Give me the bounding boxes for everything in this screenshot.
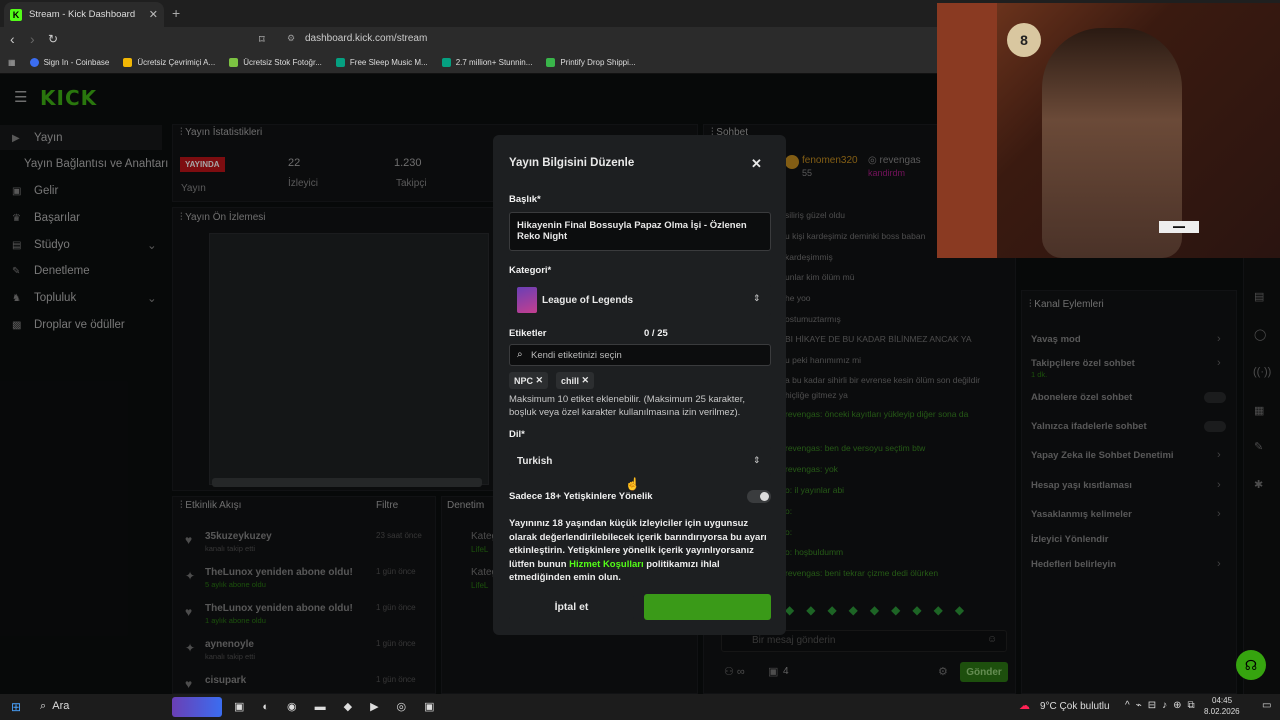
bookmark-item[interactable]: Ücretsiz Stok Fotoğr... — [229, 58, 322, 67]
close-icon[interactable]: ✕ — [751, 156, 762, 172]
kick-favicon-icon: K — [10, 8, 22, 21]
remove-tag-icon[interactable]: ✕ — [582, 375, 590, 386]
bookmark-item[interactable]: Ücretsiz Çevrimiçi A... — [123, 58, 215, 67]
title-input-value: Hikayenin Final Bossuyla Papaz Olma İşi … — [517, 220, 747, 242]
browser-tab[interactable]: K Stream - Kick Dashboard ✕ — [4, 2, 164, 27]
cancel-button[interactable]: İptal et — [509, 594, 634, 620]
bookmark-favicon-icon — [123, 58, 133, 67]
select-arrows-icon: ⇕ — [753, 455, 761, 465]
bookmark-item[interactable]: 2.7 million+ Stunnin... — [441, 58, 532, 67]
select-arrows-icon: ⇕ — [753, 293, 761, 303]
save-button[interactable] — [644, 594, 771, 620]
taskbar-apps[interactable]: ▣◐◉▬◆▶◎▣ — [234, 700, 453, 713]
terms-link[interactable]: Hizmet Koşulları — [569, 559, 643, 570]
language-label: Dil* — [509, 429, 525, 440]
remove-tag-icon[interactable]: ✕ — [536, 375, 544, 386]
forward-icon[interactable]: › — [30, 31, 35, 47]
pixabay-icon — [335, 58, 345, 67]
pixabay-icon — [441, 58, 451, 67]
webcam-overlay: 8 ▬▬ — [937, 3, 1280, 258]
new-tab-icon[interactable]: + — [172, 5, 180, 21]
clock-date[interactable]: 8.02.2026 — [1204, 707, 1240, 716]
adult-toggle[interactable] — [747, 490, 771, 503]
adult-label: Sadece 18+ Yetişkinlere Yönelik — [509, 491, 653, 502]
back-icon[interactable]: ‹ — [10, 31, 15, 47]
apps-icon[interactable]: ▦ — [8, 58, 16, 67]
site-info-icon[interactable]: ⚙ — [287, 33, 295, 44]
category-thumbnail — [517, 287, 537, 313]
bookmark-icon[interactable]: ⌑ — [259, 33, 265, 46]
tags-label: Etiketler — [509, 328, 547, 339]
bookmark-favicon-icon — [229, 58, 239, 67]
tab-title: Stream - Kick Dashboard — [29, 9, 136, 20]
clock-time[interactable]: 04:45 — [1212, 696, 1232, 705]
notification-icon[interactable]: ▭ — [1262, 700, 1271, 711]
mouse-cursor-icon: ☝ — [625, 477, 640, 491]
bookmark-item[interactable]: Printify Drop Shippi... — [546, 58, 636, 67]
shirt-logo: ▬▬ — [1159, 221, 1199, 233]
bookmark-item[interactable]: Free Sleep Music M... — [335, 58, 428, 67]
bookmark-item[interactable]: Sign In - Coinbase — [29, 58, 109, 67]
weather-text[interactable]: 9°C Çok bulutlu — [1040, 701, 1110, 712]
search-icon: ⌕ — [517, 349, 523, 360]
close-tab-icon[interactable]: ✕ — [149, 8, 158, 21]
tag-chip[interactable]: chill ✕ — [556, 372, 595, 389]
printify-icon — [546, 58, 556, 67]
eight-ball-decoration: 8 — [1007, 23, 1041, 57]
windows-start-icon[interactable]: ⊞ — [11, 700, 21, 714]
tag-chip[interactable]: NPC ✕ — [509, 372, 549, 389]
adult-help-text: Yayınınız 18 yaşından küçük izleyiciler … — [509, 518, 767, 583]
tags-help-text: Maksimum 10 etiket eklenebilir. (Maksimu… — [509, 394, 745, 418]
category-label: Kategori* — [509, 265, 552, 276]
tags-count: 0 / 25 — [644, 328, 668, 339]
search-highlight-image — [172, 697, 222, 717]
category-value: League of Legends — [542, 295, 634, 306]
language-value: Turkish — [517, 456, 553, 467]
modal-title: Yayın Bilgisini Düzenle — [509, 157, 635, 169]
reload-icon[interactable]: ↻ — [48, 32, 58, 46]
tray-icons[interactable]: ^⌁⊟♪⊕⧉ — [1125, 700, 1201, 711]
url-input[interactable]: dashboard.kick.com/stream — [305, 33, 427, 44]
title-label: Başlık* — [509, 194, 541, 205]
coinbase-icon — [29, 58, 39, 67]
webcam-background — [937, 3, 997, 258]
weather-icon: ☁ — [1019, 700, 1030, 712]
taskbar-search[interactable]: ⌕ Ara — [40, 700, 69, 713]
tags-placeholder: Kendi etiketinizi seçin — [531, 350, 622, 361]
